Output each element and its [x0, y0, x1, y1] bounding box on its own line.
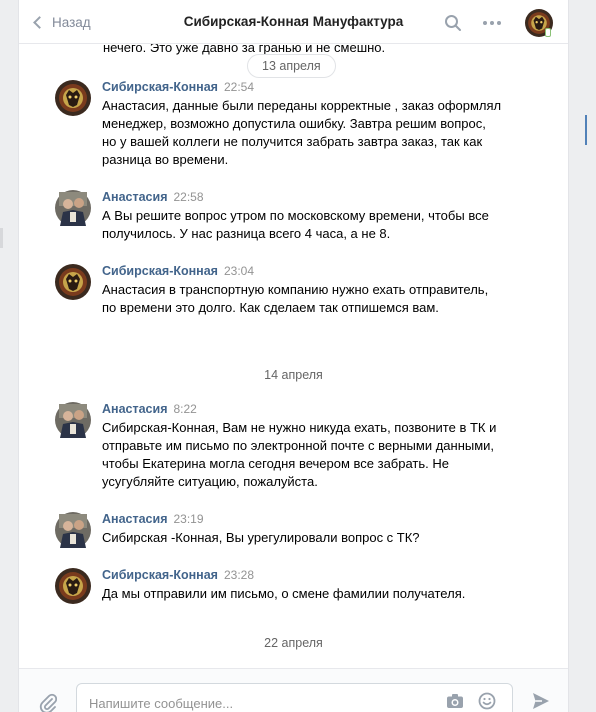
message-input-placeholder: Напишите сообщение... — [89, 696, 234, 711]
message-header: Сибирская-Конная 22:54 — [102, 80, 254, 94]
scroll-indicator — [585, 115, 587, 145]
author-name[interactable]: Сибирская-Конная — [102, 80, 218, 94]
date-separator-14-april: 14 апреля — [264, 368, 323, 382]
message-text: Сибирская -Конная, Вы урегулировали вопр… — [102, 530, 420, 545]
online-mobile-icon — [545, 28, 551, 37]
author-name[interactable]: Анастасия — [102, 512, 168, 526]
message-text: Анастасия, данные были переданы корректн… — [102, 98, 502, 167]
user-photo-avatar[interactable] — [55, 512, 91, 548]
chat-header: Назад Сибирская-Конная Мануфактура — [19, 0, 568, 44]
message-item: Сибирская-Конная 22:54 Анастасия, данные … — [55, 80, 525, 170]
camera-icon[interactable] — [446, 693, 464, 709]
send-icon[interactable] — [531, 691, 551, 711]
emoji-icon[interactable] — [478, 692, 496, 710]
more-icon[interactable] — [482, 14, 502, 32]
user-photo-avatar[interactable] — [55, 402, 91, 438]
message-item: Анастасия 22:58 А Вы решите вопрос утром … — [55, 190, 525, 250]
message-header: Анастасия 23:19 — [102, 512, 204, 526]
message-time: 22:58 — [173, 190, 204, 204]
message-item: Сибирская-Конная 23:28 Да мы отправили им… — [55, 568, 525, 612]
author-name[interactable]: Сибирская-Конная — [102, 568, 218, 582]
company-logo-avatar[interactable] — [55, 80, 91, 116]
author-name[interactable]: Анастасия — [102, 402, 168, 416]
message-header: Сибирская-Конная 23:04 — [102, 264, 254, 278]
message-time: 8:22 — [173, 402, 197, 416]
message-header: Сибирская-Конная 23:28 — [102, 568, 254, 582]
date-separator-22-april: 22 апреля — [264, 636, 323, 650]
message-item: Сибирская-Конная 23:04 Анастасия в трансп… — [55, 264, 525, 344]
sidebar-edge-marker — [0, 228, 3, 248]
message-time: 23:19 — [173, 512, 204, 526]
message-text: Сибирская-Конная, Вам не нужно никуда ех… — [102, 420, 497, 489]
message-time: 23:28 — [223, 568, 255, 582]
company-logo-avatar[interactable] — [55, 264, 91, 300]
author-name[interactable]: Сибирская-Конная — [102, 264, 218, 278]
attach-icon[interactable] — [39, 693, 57, 712]
message-time: 22:54 — [223, 80, 255, 94]
user-photo-avatar[interactable] — [55, 190, 91, 226]
chat-panel: нечего. Это уже давно за гранью и не сме… — [18, 0, 569, 712]
back-label: Назад — [52, 14, 91, 30]
back-button[interactable]: Назад — [31, 12, 91, 32]
message-text: А Вы решите вопрос утром по московскому … — [102, 208, 489, 241]
company-logo-avatar[interactable] — [55, 568, 91, 604]
message-item: Анастасия 8:22 Сибирская-Конная, Вам не н… — [55, 402, 525, 492]
chevron-left-icon — [33, 15, 46, 29]
message-text: Да мы отправили им письмо, о смене фамил… — [102, 586, 466, 601]
message-text: Анастасия в транспортную компанию нужно … — [102, 282, 489, 315]
message-time: 23:04 — [223, 264, 255, 278]
search-icon[interactable] — [444, 14, 462, 32]
message-header: Анастасия 8:22 — [102, 402, 197, 416]
author-name[interactable]: Анастасия — [102, 190, 168, 204]
message-composer: Напишите сообщение... — [19, 668, 568, 712]
date-separator-13-april: 13 апреля — [247, 54, 336, 78]
message-header: Анастасия 22:58 — [102, 190, 204, 204]
message-item: Анастасия 23:19 Сибирская -Конная, Вы уре… — [55, 512, 525, 556]
